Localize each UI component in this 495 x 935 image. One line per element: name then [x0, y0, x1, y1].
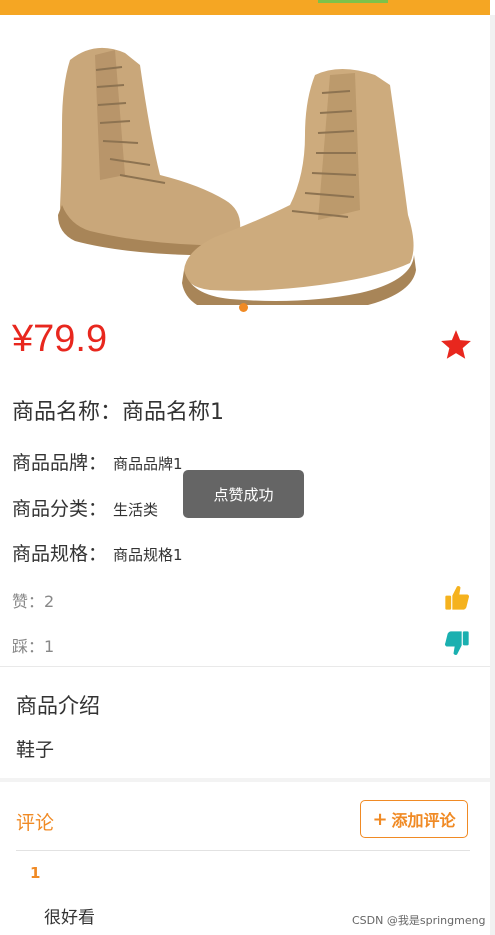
product-spec-label: 商品规格：: [12, 543, 108, 565]
dislike-label: 踩：: [12, 637, 45, 656]
intro-title: 商品介绍: [16, 694, 100, 718]
product-image-carousel[interactable]: [0, 15, 490, 312]
carousel-indicator[interactable]: [239, 303, 248, 312]
boots-product-image: [58, 47, 416, 305]
product-category-value: 生活类: [113, 501, 159, 519]
star-icon[interactable]: [438, 328, 474, 362]
product-spec-row: 商品规格： 商品规格1: [12, 539, 183, 566]
toast-message: 点赞成功: [183, 470, 304, 518]
add-comment-label: 添加评论: [391, 811, 456, 830]
thumbs-down-icon[interactable]: [443, 629, 471, 657]
section-separator: [0, 778, 490, 782]
product-spec-value: 商品规格1: [113, 546, 183, 564]
top-status-accent: [318, 0, 388, 3]
product-brand-label: 商品品牌：: [12, 452, 108, 474]
product-category-row: 商品分类： 生活类: [12, 494, 158, 521]
comment-text: 很好看: [44, 908, 95, 928]
dislike-count: 1: [44, 637, 55, 656]
like-count-row: 赞：2: [12, 588, 54, 612]
product-brand-row: 商品品牌： 商品品牌1: [12, 448, 183, 475]
add-comment-button[interactable]: + 添加评论: [360, 800, 468, 838]
like-count: 2: [44, 592, 55, 611]
top-status-bar: [0, 0, 490, 15]
scrollbar-track[interactable]: [490, 15, 495, 935]
divider: [0, 666, 490, 667]
comments-divider: [16, 850, 470, 851]
price: ¥79.9: [12, 318, 108, 360]
product-name-value: 商品名称1: [122, 400, 225, 425]
comment-index: 1: [30, 864, 41, 882]
product-brand-value: 商品品牌1: [113, 455, 183, 473]
plus-icon: +: [372, 808, 388, 830]
product-name-row: 商品名称：商品名称1: [12, 394, 224, 426]
like-label: 赞：: [12, 592, 45, 611]
comments-title: 评论: [16, 812, 55, 834]
intro-text: 鞋子: [16, 739, 55, 761]
product-name-label: 商品名称：: [12, 400, 123, 425]
thumbs-up-icon[interactable]: [443, 584, 471, 612]
watermark: CSDN @我是springmeng: [352, 914, 486, 927]
product-category-label: 商品分类：: [12, 498, 108, 520]
dislike-count-row: 踩：1: [12, 633, 54, 657]
